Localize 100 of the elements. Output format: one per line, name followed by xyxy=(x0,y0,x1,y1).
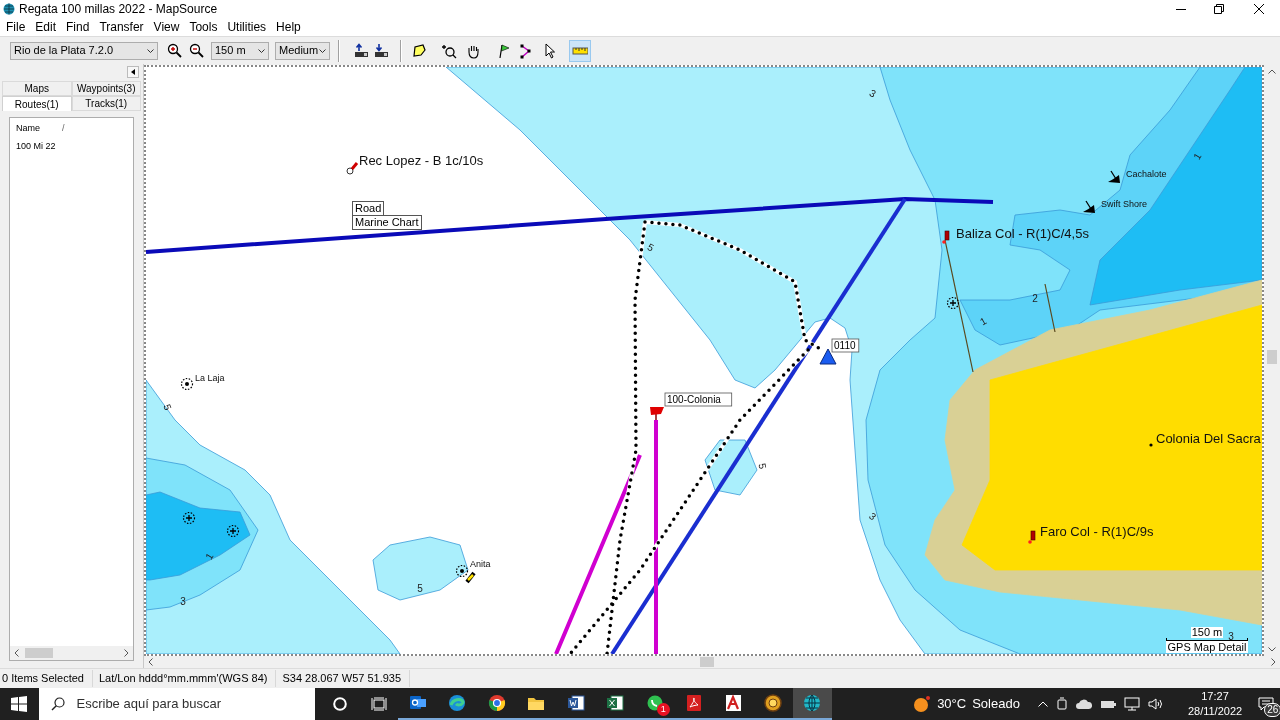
scale-dropdown[interactable]: 150 m xyxy=(211,41,269,60)
cloud-icon xyxy=(1075,699,1092,709)
send-to-device-button[interactable] xyxy=(352,41,370,60)
chevron-up-icon xyxy=(1037,701,1048,707)
sidebar-tab[interactable]: Tracks(1) xyxy=(71,96,141,111)
zoom-in-icon xyxy=(166,43,182,58)
task-view-icon xyxy=(370,697,387,711)
menu-item[interactable]: Transfer xyxy=(94,18,149,36)
cad-app-icon xyxy=(723,693,744,713)
detail-dropdown[interactable]: Medium xyxy=(275,41,330,60)
shoal-area xyxy=(704,439,758,496)
rock-icon xyxy=(180,377,194,391)
network-icon xyxy=(1123,697,1140,711)
search-icon xyxy=(50,697,65,711)
map-product-dropdown[interactable]: Rio de la Plata 7.2.0 xyxy=(10,41,158,60)
notification-center-button[interactable]: 26 xyxy=(1251,688,1280,720)
window-title: Regata 100 millas 2022 - MapSource xyxy=(19,1,218,18)
map-label: Faro Col - R(1)C/9s xyxy=(1040,524,1154,539)
depth-label: 3 xyxy=(867,510,879,523)
dropdown-caret-icon xyxy=(258,48,265,53)
flag-icon xyxy=(650,406,664,421)
measure-tool-button[interactable] xyxy=(569,39,591,62)
route-list-item[interactable]: 100 Mi 22 xyxy=(10,140,56,154)
map-polygon-icon xyxy=(411,42,427,59)
globe-icon xyxy=(3,3,15,15)
scroll-thumb[interactable] xyxy=(1267,350,1277,364)
scale-distance: 150 m xyxy=(1190,627,1224,638)
scroll-up-icon xyxy=(1268,69,1276,74)
map-label: Rec Lopez - B 1c/10s xyxy=(359,153,484,168)
depth-label: 5 xyxy=(756,462,769,470)
windows-logo-icon xyxy=(11,696,28,712)
taskbar-app-button[interactable]: 1 xyxy=(634,688,675,720)
browser-icon xyxy=(486,693,507,713)
status-text: Lat/Lon hddd°mm.mmm'(WGS 84) xyxy=(96,670,277,687)
taskbar-app-button[interactable] xyxy=(792,688,833,720)
search-field[interactable]: Escribe aquí para buscar xyxy=(38,688,316,720)
buoy-icon xyxy=(465,571,476,584)
zoom-icon xyxy=(441,42,457,59)
scroll-thumb[interactable] xyxy=(25,648,53,658)
triangle-marker-icon xyxy=(819,348,837,365)
wreck-icon xyxy=(1083,200,1095,213)
scroll-down-icon xyxy=(1268,647,1276,652)
scroll-thumb[interactable] xyxy=(700,657,714,667)
clock-date[interactable]: 28/11/2022 xyxy=(1187,704,1243,719)
clock-time[interactable]: 17:27 xyxy=(1201,689,1229,704)
map-label: Cachalote xyxy=(1126,169,1167,179)
depth-label: 3 xyxy=(1228,631,1234,642)
scroll-left-icon xyxy=(148,658,153,666)
depth-label: 3 xyxy=(867,87,878,100)
weather-text: Soleado xyxy=(972,695,1020,714)
zoom-out-button[interactable] xyxy=(187,41,205,60)
menu-item[interactable]: Help xyxy=(271,18,306,36)
dropdown-caret-icon xyxy=(147,48,154,53)
restore-icon xyxy=(1214,4,1224,14)
sidebar-tab[interactable]: Maps xyxy=(2,81,72,96)
globe-icon xyxy=(802,693,823,713)
map-detail-label: GPS Map Detail xyxy=(1166,641,1248,653)
buoy-icon xyxy=(346,162,359,175)
sidebar-tab[interactable]: Waypoints(3) xyxy=(71,81,141,96)
notification-count: 26 xyxy=(1264,703,1280,717)
dropdown-caret-icon xyxy=(319,48,326,53)
scroll-left-icon xyxy=(14,649,19,657)
menu-item[interactable]: Edit xyxy=(30,18,62,36)
circle-icon xyxy=(333,697,348,711)
menu-item[interactable]: Utilities xyxy=(222,18,272,36)
status-text: S34 28.067 W57 51.935 xyxy=(280,670,411,687)
obstruction-icon xyxy=(226,524,240,538)
battery-icon xyxy=(1099,699,1116,709)
sort-mark: / xyxy=(62,121,65,135)
obstruction-icon xyxy=(182,511,196,525)
depth-label: 5 xyxy=(417,583,423,594)
lighthouse-icon xyxy=(1028,530,1036,544)
lighthouse-icon xyxy=(942,230,950,244)
depth-label: 1 xyxy=(203,551,216,562)
column-header[interactable]: Name xyxy=(16,121,40,136)
sidebar-tab[interactable]: Routes(1) xyxy=(2,96,72,111)
scroll-right-icon xyxy=(124,649,129,657)
tooltip-label: Marine Chart xyxy=(352,215,422,230)
menu-item[interactable]: File xyxy=(1,18,31,36)
depth-label: 1 xyxy=(978,315,989,328)
menu-item[interactable]: View xyxy=(148,18,185,36)
search-input[interactable]: Escribe aquí para buscar xyxy=(76,694,316,714)
zoom-in-button[interactable] xyxy=(165,41,183,60)
device-download-icon xyxy=(373,43,389,58)
sun-icon xyxy=(913,695,932,713)
map-label: Swift Shore xyxy=(1101,199,1148,209)
zoom-out-icon xyxy=(188,43,204,58)
status-text: 0 Items Selected xyxy=(0,670,93,687)
receive-from-device-button[interactable] xyxy=(372,41,390,60)
horizontal-scrollbar[interactable] xyxy=(10,646,133,660)
menu-item[interactable]: Tools xyxy=(184,18,223,36)
depth-label: 1 xyxy=(1191,151,1204,162)
menu-item[interactable]: Find xyxy=(61,18,95,36)
collapse-button[interactable] xyxy=(127,66,139,78)
browser-icon xyxy=(447,693,468,713)
obstruction-icon xyxy=(946,296,960,310)
map-label: Baliza Col - R(1)C/4,5s xyxy=(956,226,1089,241)
wreck-icon xyxy=(1108,170,1120,183)
waypoint-label: 0110 xyxy=(831,338,860,353)
depth-label: 5 xyxy=(645,241,656,254)
